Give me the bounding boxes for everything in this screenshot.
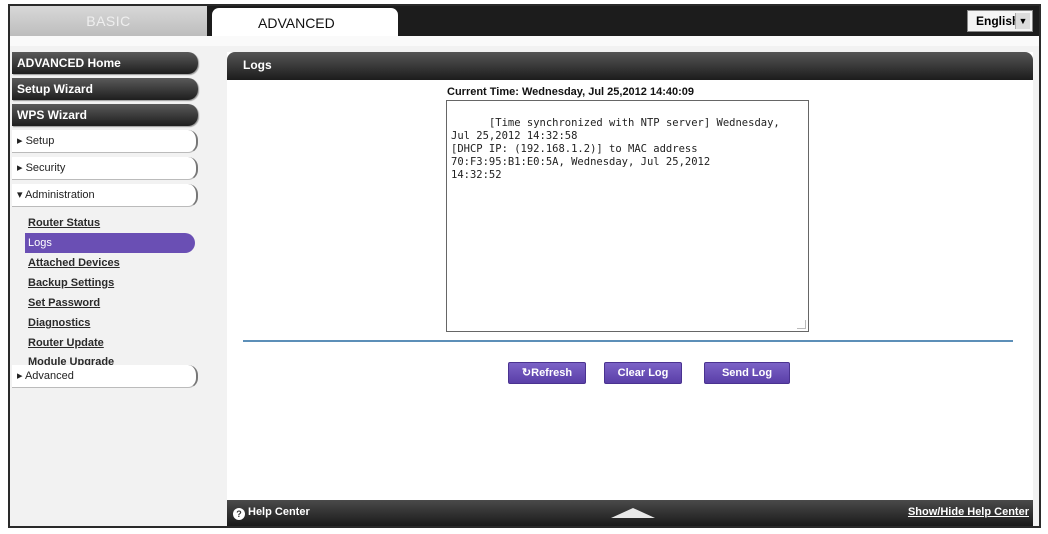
help-icon: ? [233,508,245,520]
sidebar-item-setup[interactable]: ▸ Setup [12,130,198,153]
link-backup-settings[interactable]: Backup Settings [25,273,198,293]
chevron-up-icon[interactable] [611,508,655,518]
help-center-text: Help Center [248,506,310,518]
language-select[interactable]: English ▼ [967,10,1033,32]
current-time: Current Time: Wednesday, Jul 25,2012 14:… [447,86,695,98]
link-diagnostics[interactable]: Diagnostics [25,313,198,333]
sidebar-item-setup-wizard[interactable]: Setup Wizard [12,78,198,100]
sidebar-item-administration[interactable]: ▾ Administration [12,184,198,207]
link-module-upgrade[interactable]: Module Upgrade [25,353,198,368]
sidebar: ADVANCED Home Setup Wizard WPS Wizard ▸ … [12,52,198,392]
divider [243,340,1013,342]
main-panel: Logs Current Time: Wednesday, Jul 25,201… [227,52,1033,526]
sidebar-item-wps-wizard[interactable]: WPS Wizard [12,104,198,126]
show-hide-help-link[interactable]: Show/Hide Help Center [908,506,1029,518]
chevron-down-icon[interactable]: ▼ [1015,13,1030,29]
sidebar-item-advanced-home[interactable]: ADVANCED Home [12,52,198,74]
log-textarea[interactable]: [Time synchronized with NTP server] Wedn… [446,100,809,332]
resize-grip-icon[interactable] [797,320,806,329]
sidebar-item-advanced[interactable]: ▸ Advanced [12,365,198,388]
router-admin-window: BASIC ADVANCED English ▼ ADVANCED Home S… [8,4,1041,528]
language-value: English [976,14,1020,28]
tab-basic[interactable]: BASIC [10,6,207,36]
top-tab-bar: BASIC ADVANCED English ▼ [10,6,1039,36]
clear-log-button[interactable]: Clear Log [604,362,682,384]
link-router-update[interactable]: Router Update [25,333,198,353]
refresh-button[interactable]: ↻Refresh [508,362,586,384]
link-logs[interactable]: Logs [25,233,195,253]
link-router-status[interactable]: Router Status [25,213,198,233]
log-text: [Time synchronized with NTP server] Wedn… [451,117,780,181]
administration-submenu: Router Status Logs Attached Devices Back… [25,213,198,368]
link-attached-devices[interactable]: Attached Devices [25,253,198,273]
link-set-password[interactable]: Set Password [25,293,198,313]
send-log-button[interactable]: Send Log [704,362,790,384]
help-center-label[interactable]: ? Help Center [233,506,310,520]
sidebar-item-security[interactable]: ▸ Security [12,157,198,180]
help-center-bar: ? Help Center Show/Hide Help Center [227,500,1033,526]
header-strip [10,36,1039,46]
tab-advanced[interactable]: ADVANCED [212,8,398,36]
page-title: Logs [227,52,1033,80]
